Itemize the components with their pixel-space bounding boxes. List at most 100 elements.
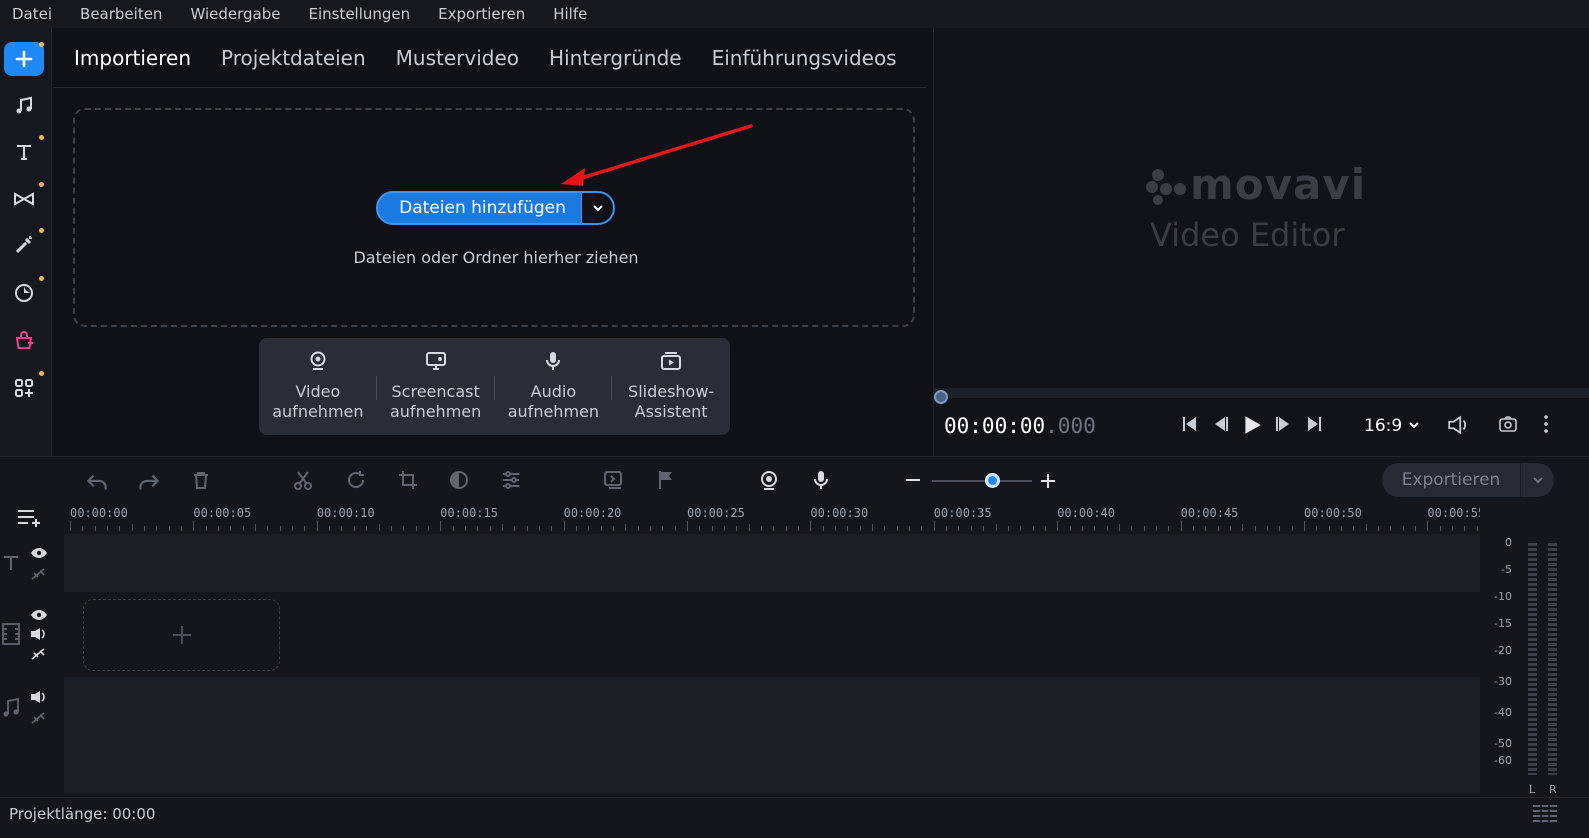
ruler-tick: [366, 526, 368, 531]
scrubber-handle[interactable]: [934, 390, 948, 404]
screencast-button[interactable]: Screencast aufnehmen: [377, 338, 495, 435]
aspect-ratio-value: 16:9: [1364, 416, 1403, 436]
lock-toggle-icon[interactable]: [30, 711, 48, 725]
zoom-slider-handle[interactable]: [985, 473, 1000, 488]
export-dropdown[interactable]: [1520, 463, 1554, 497]
record-video-button[interactable]: Video aufnehmen: [259, 338, 377, 435]
webcam-record-icon[interactable]: [758, 469, 780, 491]
lock-toggle-icon[interactable]: [30, 647, 48, 661]
menu-wiedergabe[interactable]: Wiedergabe: [190, 5, 280, 23]
sidebar-item-music[interactable]: [4, 89, 44, 123]
slideshow-line2: Assistent: [634, 402, 708, 421]
ruler-tick: [600, 526, 602, 531]
ruler-tick: [1094, 526, 1096, 531]
ruler-tick: [1131, 526, 1133, 531]
menu-hilfe[interactable]: Hilfe: [553, 5, 587, 23]
zoom-slider[interactable]: [932, 480, 1032, 482]
add-track-icon[interactable]: [16, 507, 44, 529]
ruler-tick: [526, 526, 528, 531]
speaker-icon[interactable]: [30, 690, 48, 704]
aspect-ratio-select[interactable]: 16:9: [1364, 416, 1420, 436]
ruler-tick: [946, 526, 948, 531]
snapshot-button[interactable]: [1498, 414, 1518, 434]
record-video-line2: aufnehmen: [272, 402, 364, 421]
transition-icon: [14, 192, 34, 206]
ruler-tick: [1316, 526, 1318, 531]
sidebar-item-store[interactable]: [4, 324, 44, 358]
skip-end-button[interactable]: [1304, 414, 1324, 434]
color-adjust-icon[interactable]: [448, 469, 470, 491]
menu-datei[interactable]: Datei: [12, 5, 52, 23]
title-track[interactable]: [64, 534, 1480, 592]
volume-button[interactable]: [1446, 414, 1470, 436]
scissors-icon[interactable]: [292, 469, 314, 491]
ruler-label: 00:00:15: [440, 506, 498, 520]
ruler-tick: [859, 526, 861, 531]
sidebar-item-titles[interactable]: [4, 135, 44, 169]
magic-wand-icon: [15, 236, 32, 254]
file-drop-zone[interactable]: Dateien hinzufügen Dateien oder Ordner h…: [73, 108, 915, 327]
zoom-in-icon[interactable]: [1040, 473, 1056, 489]
time-milliseconds: .000: [1045, 414, 1096, 438]
export-button[interactable]: Exportieren: [1382, 463, 1554, 497]
preview-scrubber[interactable]: [934, 388, 1589, 398]
ruler-label: 00:00:55: [1427, 506, 1480, 520]
marker-flag-icon[interactable]: [655, 469, 677, 491]
sidebar-item-effects[interactable]: [4, 228, 44, 262]
voiceover-microphone-icon[interactable]: [810, 469, 832, 491]
picture-in-picture-icon[interactable]: [603, 469, 625, 491]
ruler-tick: [872, 524, 874, 531]
tab-importieren[interactable]: Importieren: [74, 46, 191, 70]
menu-einstellungen[interactable]: Einstellungen: [308, 5, 410, 23]
speaker-icon[interactable]: [30, 627, 48, 641]
menu-exportieren[interactable]: Exportieren: [438, 5, 525, 23]
prev-frame-button[interactable]: [1210, 414, 1230, 434]
more-options-button[interactable]: [1536, 414, 1556, 434]
play-icon: [1245, 416, 1261, 434]
record-audio-button[interactable]: Audio aufnehmen: [495, 338, 613, 435]
crop-icon[interactable]: [397, 469, 419, 491]
sidebar-item-import[interactable]: [4, 42, 44, 76]
undo-icon[interactable]: [84, 469, 110, 495]
tab-hintergruende[interactable]: Hintergründe: [549, 46, 682, 70]
slideshow-wizard-button[interactable]: Slideshow- Assistent: [612, 338, 730, 435]
clip-properties-icon[interactable]: [500, 469, 522, 491]
zoom-out-button[interactable]: [906, 479, 920, 481]
ruler-tick: [1476, 526, 1478, 531]
movavi-logo: movavi: [1144, 160, 1366, 209]
sidebar-item-stickers[interactable]: [4, 276, 44, 310]
db-scale-label: -20: [1494, 644, 1512, 657]
add-clip-placeholder[interactable]: [83, 599, 280, 671]
redo-icon[interactable]: [136, 469, 162, 495]
eye-icon[interactable]: [30, 608, 48, 622]
db-scale-label: -40: [1494, 706, 1512, 719]
ruler-tick: [378, 524, 380, 531]
ruler-tick: [748, 524, 750, 531]
ruler-tick: [1217, 526, 1219, 531]
rotate-icon[interactable]: [345, 469, 367, 491]
tab-projektdateien[interactable]: Projektdateien: [221, 46, 366, 70]
list-view-icon[interactable]: [1532, 804, 1558, 824]
eye-icon[interactable]: [30, 546, 48, 560]
ruler-tick: [933, 521, 935, 531]
lock-toggle-icon[interactable]: [30, 567, 48, 581]
plus-icon: [172, 626, 191, 644]
tab-mustervideo[interactable]: Mustervideo: [396, 46, 519, 70]
audio-track[interactable]: [64, 677, 1480, 793]
ruler-tick: [612, 526, 614, 531]
menu-bearbeiten[interactable]: Bearbeiten: [80, 5, 162, 23]
skip-start-button[interactable]: [1180, 414, 1200, 434]
trash-icon[interactable]: [190, 469, 212, 491]
sidebar-item-transitions[interactable]: [4, 182, 44, 216]
chevron-down-icon: [1532, 477, 1543, 484]
shopping-bag-icon: [15, 331, 33, 349]
logo-subtitle: Video Editor: [1150, 216, 1345, 254]
timeline-ruler[interactable]: 00:00:00 00:00:05 00:00:10 00:00:15 00:00:20…: [64, 501, 1480, 531]
ruler-label: 00:00:30: [810, 506, 869, 520]
ruler-tick: [304, 526, 306, 531]
play-button[interactable]: [1241, 414, 1263, 436]
new-badge-dot: [39, 42, 44, 47]
sidebar-item-more-tools[interactable]: [4, 371, 44, 405]
next-frame-button[interactable]: [1274, 414, 1294, 434]
tab-einfuehrungsvideos[interactable]: Einführungsvideos: [712, 46, 897, 70]
